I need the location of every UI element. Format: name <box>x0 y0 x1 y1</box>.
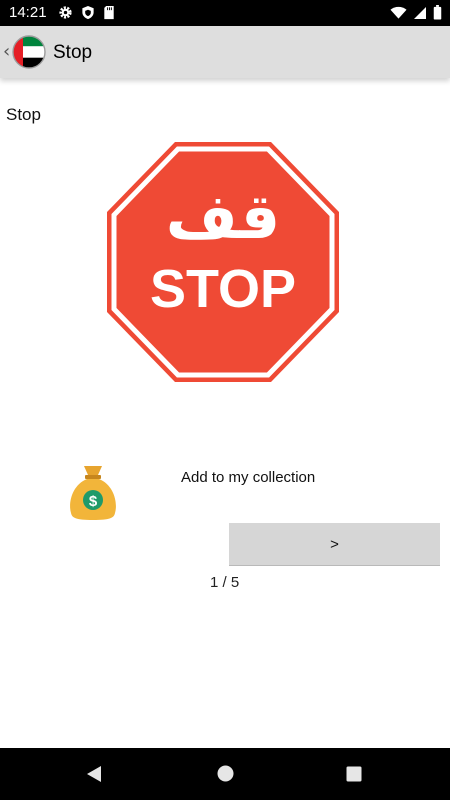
battery-icon <box>433 5 442 20</box>
chevron-left-icon[interactable]: ‹ <box>3 41 10 62</box>
recents-square-icon[interactable] <box>346 766 362 782</box>
home-circle-icon[interactable] <box>217 765 234 782</box>
app-title: Stop <box>53 42 93 63</box>
content-title: Stop <box>6 105 41 124</box>
sign-arabic-text: قف <box>166 180 280 253</box>
back-triangle-icon[interactable] <box>86 765 103 783</box>
wifi-icon <box>390 6 407 19</box>
app-bar: ‹ Stop <box>0 26 450 78</box>
add-to-collection-label[interactable]: Add to my collection <box>181 469 315 486</box>
page-counter: 1 / 5 <box>210 574 240 591</box>
sign-english-text: STOP <box>150 259 296 319</box>
sd-card-icon <box>104 5 114 20</box>
shield-icon <box>82 5 94 20</box>
svg-text:$: $ <box>89 493 98 510</box>
stop-sign-image: قف STOP <box>107 142 339 382</box>
status-icons-right <box>390 5 442 20</box>
gear-icon <box>59 6 72 19</box>
next-button[interactable]: > <box>229 523 440 566</box>
status-bar: 14:21 <box>0 0 450 26</box>
uae-flag-icon[interactable] <box>12 35 46 69</box>
navigation-bar <box>0 748 450 800</box>
status-time: 14:21 <box>9 4 47 21</box>
signal-icon <box>414 6 426 19</box>
status-icons-left <box>58 5 115 20</box>
money-bag-icon[interactable]: $ <box>66 463 120 521</box>
